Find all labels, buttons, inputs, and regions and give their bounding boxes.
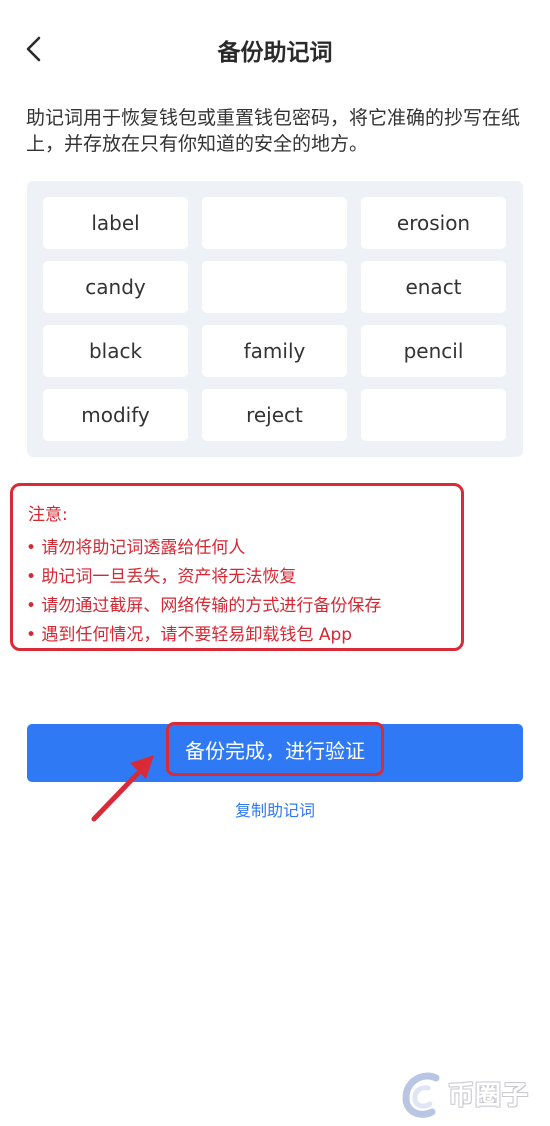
mnemonic-grid: label erosion candy enact black family p… bbox=[27, 181, 523, 457]
mnemonic-word: erosion bbox=[361, 197, 506, 249]
highlight-box: 备份完成，进行验证 bbox=[166, 722, 384, 776]
mnemonic-word: pencil bbox=[361, 325, 506, 377]
warning-notice: 注意: • 请勿将助记词透露给任何人 • 助记词一旦丢失，资产将无法恢复 • 请… bbox=[10, 483, 464, 651]
mnemonic-word: enact bbox=[361, 261, 506, 313]
mnemonic-word bbox=[202, 261, 347, 313]
notice-item: • 请勿将助记词透露给任何人 bbox=[26, 538, 246, 558]
notice-item: • 助记词一旦丢失，资产将无法恢复 bbox=[26, 567, 297, 587]
watermark-logo-icon bbox=[402, 1072, 440, 1118]
watermark-text: 币圈子 bbox=[448, 1081, 530, 1111]
mnemonic-word: black bbox=[43, 325, 188, 377]
mnemonic-word: label bbox=[43, 197, 188, 249]
mnemonic-word: reject bbox=[202, 389, 347, 441]
page-title: 备份助记词 bbox=[217, 40, 333, 66]
mnemonic-word: modify bbox=[43, 389, 188, 441]
notice-title: 注意: bbox=[28, 505, 68, 525]
description-text: 助记词用于恢复钱包或重置钱包密码，将它准确的抄写在纸上，并存放在只有你知道的安全… bbox=[26, 107, 521, 155]
mnemonic-word: candy bbox=[43, 261, 188, 313]
button-label: 备份完成，进行验证 bbox=[185, 738, 365, 763]
mnemonic-word bbox=[361, 389, 506, 441]
watermark: 币圈子 bbox=[398, 1066, 548, 1122]
notice-item: • 请勿通过截屏、网络传输的方式进行备份保存 bbox=[26, 596, 382, 616]
nav-bar: 备份助记词 bbox=[0, 0, 550, 100]
notice-item: • 遇到任何情况，请不要轻易卸载钱包 App bbox=[26, 625, 353, 645]
mnemonic-word: family bbox=[202, 325, 347, 377]
copy-mnemonic-link[interactable]: 复制助记词 bbox=[0, 797, 550, 821]
mnemonic-word bbox=[202, 197, 347, 249]
